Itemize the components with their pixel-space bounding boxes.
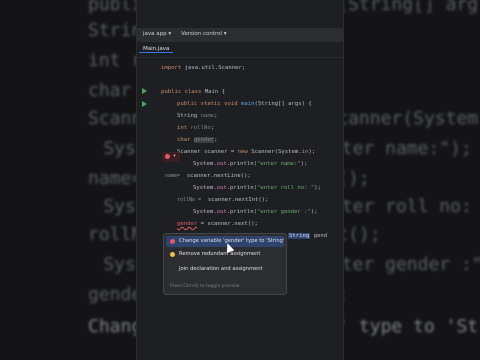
code-line: rollNo = scanner.nextInt(); [177, 197, 269, 203]
background-dim-right [342, 0, 480, 360]
code-line: public class Main { [161, 89, 225, 95]
run-main-icon[interactable] [142, 101, 147, 107]
code-line: gender = scanner.next(); [177, 221, 258, 227]
error-bulb-icon [170, 239, 175, 244]
code-line: System.out.println("enter name:"); [193, 161, 308, 167]
tab-main-java[interactable]: Main.java [139, 46, 174, 53]
code-editor[interactable]: import java.util.Scanner; public class M… [137, 58, 343, 360]
code-line: name= scanner.nextLine(); [165, 173, 251, 179]
code-line: String name; [177, 113, 218, 119]
preview-snippet: String gend [288, 233, 328, 239]
code-line: public static void main(String[] args) { [177, 101, 312, 107]
popup-footer-hint: Press Ctrl+Q to toggle preview [170, 284, 240, 289]
code-line: char gender; [177, 137, 218, 143]
error-bulb-icon [165, 154, 170, 159]
code-line: System.out.println("enter gender :"); [193, 209, 318, 215]
project-selector[interactable]: java app ▾ [143, 31, 171, 37]
editor-tabs: Main.java [137, 43, 343, 58]
vcs-selector[interactable]: Version control ▾ [181, 31, 227, 37]
background-dim-left [0, 0, 136, 360]
quickfix-bulb-button[interactable]: ▾ [162, 152, 180, 162]
gutter [137, 58, 157, 360]
chevron-down-icon: ▾ [173, 153, 177, 159]
code-line: Scanner scanner = new Scanner(System.in)… [177, 149, 316, 155]
main-toolbar: java app ▾ Version control ▾ [137, 28, 343, 42]
quickfix-item-join-declaration[interactable]: Join declaration and assignment [166, 264, 284, 275]
code-line: System.out.println("enter roll no: "); [193, 185, 322, 191]
ide-window: java app ▾ Version control ▾ Main.java i… [136, 0, 344, 360]
run-class-icon[interactable] [142, 88, 147, 94]
lightbulb-icon [170, 252, 175, 257]
quickfix-popup: Change variable 'gender' type to 'String… [163, 233, 287, 295]
code-line: import java.util.Scanner; [161, 65, 246, 71]
code-line: int rollNo; [177, 125, 215, 131]
